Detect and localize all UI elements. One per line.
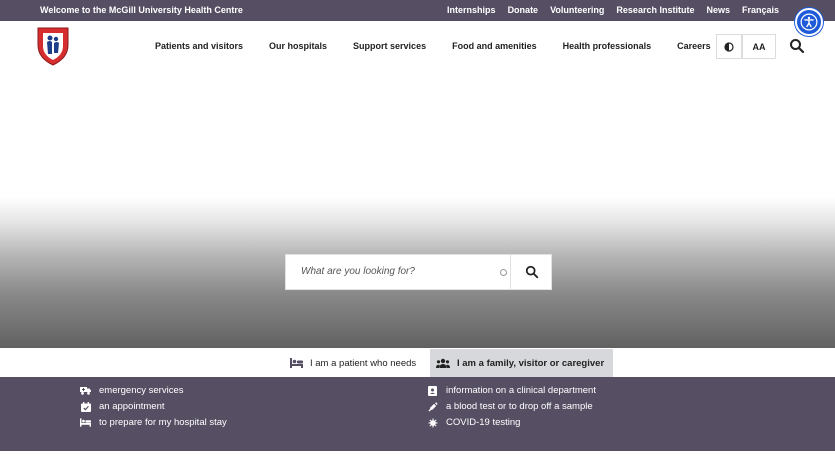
service-covid-testing-label: COVID-19 testing: [446, 417, 521, 428]
services-panel: emergency services an appointment to pre…: [0, 377, 835, 451]
audience-tabs: I am a patient who needs I am a family, …: [284, 349, 613, 377]
service-blood-test-label: a blood test or to drop off a sample: [446, 401, 593, 412]
syringe-icon: [427, 401, 438, 412]
accessibility-icon: [800, 13, 818, 31]
calendar-check-icon: [80, 401, 91, 412]
header-search-button[interactable]: [789, 38, 805, 54]
muhc-logo[interactable]: [36, 25, 70, 67]
service-appointment-label: an appointment: [99, 401, 165, 412]
service-clinical-department-label: information on a clinical department: [446, 385, 596, 396]
service-blood-test[interactable]: a blood test or to drop off a sample: [427, 401, 593, 412]
bed-icon: [80, 417, 91, 428]
text-size-toggle[interactable]: AA: [742, 34, 776, 59]
nav-our-hospitals[interactable]: Our hospitals: [269, 41, 327, 51]
search-icon: [525, 265, 538, 279]
tab-family-label: I am a family, visitor or caregiver: [457, 357, 605, 369]
hospital-bed-icon: [290, 358, 303, 368]
link-internships[interactable]: Internships: [447, 5, 496, 15]
service-emergency-label: emergency services: [99, 385, 184, 396]
id-badge-icon: [427, 385, 438, 396]
link-volunteering[interactable]: Volunteering: [550, 5, 604, 15]
contrast-icon: [724, 41, 734, 52]
search-input[interactable]: What are you looking for?: [301, 266, 415, 277]
link-news[interactable]: News: [706, 5, 730, 15]
tab-family[interactable]: I am a family, visitor or caregiver: [430, 349, 613, 377]
nav-food-and-amenities[interactable]: Food and amenities: [452, 41, 537, 51]
site-search-box: What are you looking for?: [285, 254, 552, 290]
service-appointment[interactable]: an appointment: [80, 401, 165, 412]
virus-icon: [427, 417, 438, 428]
service-hospital-stay-label: to prepare for my hospital stay: [99, 417, 227, 428]
ambulance-icon: [80, 385, 91, 396]
utility-links: Internships Donate Volunteering Research…: [447, 5, 779, 15]
nav-support-services[interactable]: Support services: [353, 41, 426, 51]
link-donate[interactable]: Donate: [508, 5, 539, 15]
link-francais[interactable]: Français: [742, 5, 779, 15]
service-emergency[interactable]: emergency services: [80, 385, 183, 396]
search-submit-button[interactable]: [510, 255, 552, 289]
link-research-institute[interactable]: Research Institute: [616, 5, 694, 15]
nav-health-professionals[interactable]: Health professionals: [563, 41, 652, 51]
text-size-label: AA: [752, 41, 766, 52]
accessibility-button[interactable]: [795, 8, 823, 36]
main-navigation: Patients and visitors Our hospitals Supp…: [0, 21, 835, 73]
search-icon: [790, 39, 805, 54]
nav-careers[interactable]: Careers: [677, 41, 711, 51]
users-icon: [436, 358, 450, 368]
welcome-text: Welcome to the McGill University Health …: [40, 5, 243, 15]
primary-menu: Patients and visitors Our hospitals Supp…: [155, 41, 711, 51]
service-clinical-department[interactable]: information on a clinical department: [427, 385, 596, 396]
top-utility-bar: Welcome to the McGill University Health …: [0, 0, 835, 21]
contrast-toggle[interactable]: [716, 34, 742, 59]
nav-patients-and-visitors[interactable]: Patients and visitors: [155, 41, 243, 51]
service-hospital-stay[interactable]: to prepare for my hospital stay: [80, 417, 227, 428]
service-covid-testing[interactable]: COVID-19 testing: [427, 417, 520, 428]
loading-indicator-icon: [500, 269, 507, 276]
tab-patient-label: I am a patient who needs: [310, 357, 417, 369]
tab-patient[interactable]: I am a patient who needs: [284, 349, 430, 377]
hero-banner: What are you looking for?: [0, 73, 835, 348]
